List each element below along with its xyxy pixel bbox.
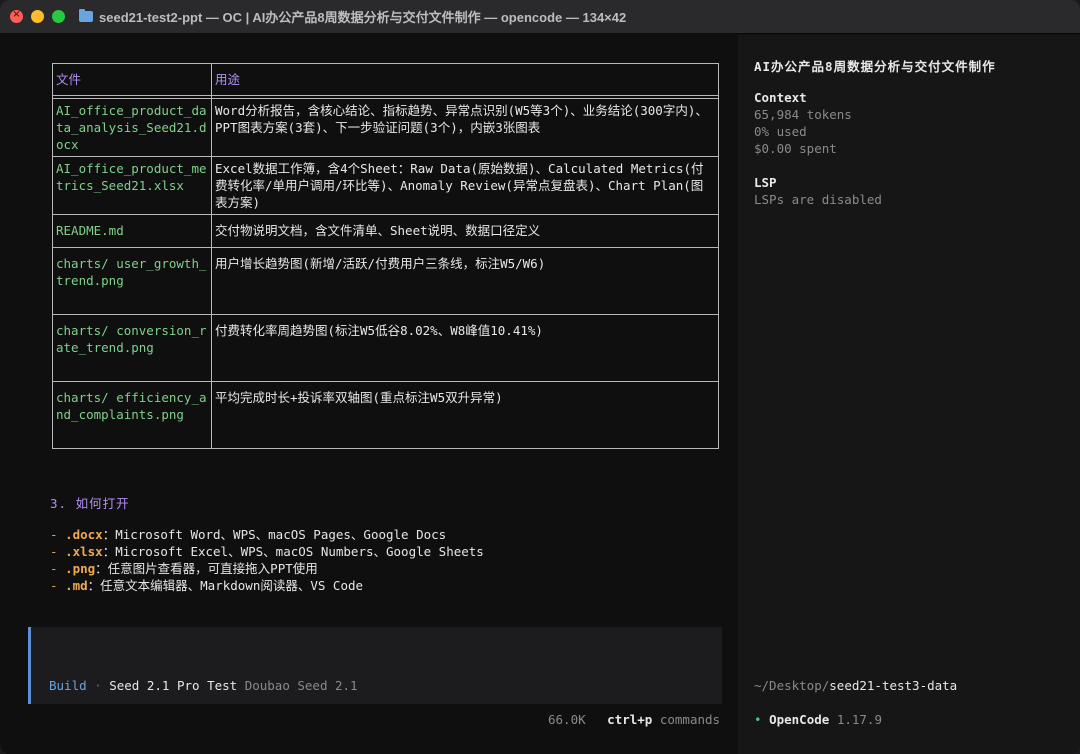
app-name: OpenCode (769, 712, 830, 727)
footer-info: 66.0K ctrl+p commands (548, 712, 720, 727)
purpose-cell: 交付物说明文档，含文件清单、Sheet说明、数据口径定义 (211, 214, 719, 248)
file-cell: AI_office_product_metrics_Seed21.xlsx (52, 156, 212, 215)
working-directory: ~/Desktop/seed21-test3-data (754, 678, 957, 693)
table-row: charts/ user_growth_trend.png 用户增长趋势图(新增… (52, 247, 719, 315)
mode-label[interactable]: Build (49, 678, 87, 693)
table-row: AI_office_product_data_analysis_Seed21.d… (52, 98, 719, 157)
list-dash: - (50, 527, 58, 542)
list-item: - .xlsx：Microsoft Excel、WPS、macOS Number… (50, 543, 484, 560)
main-pane: 文件 用途 AI_office_product_data_analysis_Se… (0, 35, 738, 754)
file-cell: charts/ conversion_rate_trend.png (52, 314, 212, 382)
open-with-list: - .docx：Microsoft Word、WPS、macOS Pages、G… (50, 526, 484, 594)
path-dir: seed21-test3-data (829, 678, 958, 693)
list-dash: - (50, 561, 58, 576)
file-cell: README.md (52, 214, 212, 248)
app-list-text: ：任意文本编辑器、Markdown阅读器、VS Code (87, 578, 364, 593)
list-item: - .docx：Microsoft Word、WPS、macOS Pages、G… (50, 526, 484, 543)
list-item: - .png：任意图片查看器，可直接拖入PPT使用 (50, 560, 484, 577)
token-count: 66.0K (548, 712, 586, 727)
file-cell: charts/ efficiency_and_complaints.png (52, 381, 212, 449)
list-dash: - (50, 544, 58, 559)
table-row: charts/ conversion_rate_trend.png 付费转化率周… (52, 314, 719, 382)
file-cell: charts/ user_growth_trend.png (52, 247, 212, 315)
purpose-cell: 平均完成时长+投诉率双轴图(重点标注W5双升异常) (211, 381, 719, 449)
context-spent: $0.00 spent (754, 141, 837, 156)
close-button[interactable]: × (10, 9, 23, 23)
minimize-button[interactable] (31, 10, 44, 23)
session-title: AI办公产品8周数据分析与交付文件制作 (754, 59, 996, 74)
extension-label: .xlsx (65, 544, 103, 559)
lsp-status: LSPs are disabled (754, 192, 882, 207)
extension-label: .docx (65, 527, 103, 542)
version-number: 1.17.9 (836, 712, 882, 727)
file-cell: AI_office_product_data_analysis_Seed21.d… (52, 98, 212, 157)
list-item: - .md：任意文本编辑器、Markdown阅读器、VS Code (50, 577, 484, 594)
context-heading: Context (754, 90, 807, 105)
terminal-window: × seed21-test2-ppt — OC | AI办公产品8周数据分析与交… (0, 0, 1080, 754)
window-title-text: seed21-test2-ppt — OC | AI办公产品8周数据分析与交付文… (99, 10, 627, 25)
extension-label: .md (65, 578, 88, 593)
deliverables-table: 文件 用途 AI_office_product_data_analysis_Se… (52, 63, 719, 449)
app-list-text: ：任意图片查看器，可直接拖入PPT使用 (95, 561, 318, 576)
close-icon: × (12, 9, 21, 20)
purpose-cell: Word分析报告，含核心结论、指标趋势、异常点识别(W5等3个)、业务结论(30… (211, 98, 719, 157)
window-controls: × (10, 9, 65, 23)
commands-label[interactable]: commands (660, 712, 720, 727)
session-sidebar: AI办公产品8周数据分析与交付文件制作 Context 65,984 token… (738, 35, 1080, 754)
model-name[interactable]: Seed 2.1 Pro Test (109, 678, 237, 693)
path-prefix: ~/Desktop/ (754, 678, 830, 693)
window-title: seed21-test2-ppt — OC | AI办公产品8周数据分析与交付文… (79, 7, 626, 26)
status-dot-icon: • (754, 712, 762, 727)
table-header-row: 文件 用途 (52, 63, 719, 96)
provider-name: Doubao Seed 2.1 (244, 678, 358, 693)
shortcut-key: ctrl+p (607, 712, 653, 727)
purpose-cell: Excel数据工作簿，含4个Sheet：Raw Data(原始数据)、Calcu… (211, 156, 719, 215)
app-list-text: ：Microsoft Excel、WPS、macOS Numbers、Googl… (102, 544, 484, 559)
purpose-cell: 用户增长趋势图(新增/活跃/付费用户三条线，标注W5/W6) (211, 247, 719, 315)
table-row: charts/ efficiency_and_complaints.png 平均… (52, 381, 719, 449)
table-row: README.md 交付物说明文档，含文件清单、Sheet说明、数据口径定义 (52, 214, 719, 248)
zoom-button[interactable] (52, 10, 65, 23)
folder-icon (79, 9, 93, 22)
context-tokens: 65,984 tokens (754, 107, 852, 122)
title-bar: × seed21-test2-ppt — OC | AI办公产品8周数据分析与交… (0, 0, 1080, 34)
separator: · (94, 678, 102, 693)
header-purpose: 用途 (211, 63, 719, 96)
table-row: AI_office_product_metrics_Seed21.xlsx Ex… (52, 156, 719, 215)
purpose-cell: 付费转化率周趋势图(标注W5低谷8.02%、W8峰值10.41%) (211, 314, 719, 382)
lsp-heading: LSP (754, 175, 777, 190)
list-dash: - (50, 578, 58, 593)
app-list-text: ：Microsoft Word、WPS、macOS Pages、Google D… (102, 527, 447, 542)
model-status: Build · Seed 2.1 Pro Test Doubao Seed 2.… (49, 678, 358, 693)
section-heading: 3. 如何打开 (50, 496, 130, 511)
extension-label: .png (65, 561, 96, 576)
context-used: 0% used (754, 124, 807, 139)
header-file: 文件 (52, 63, 212, 96)
app-version: • OpenCode 1.17.9 (754, 712, 882, 727)
